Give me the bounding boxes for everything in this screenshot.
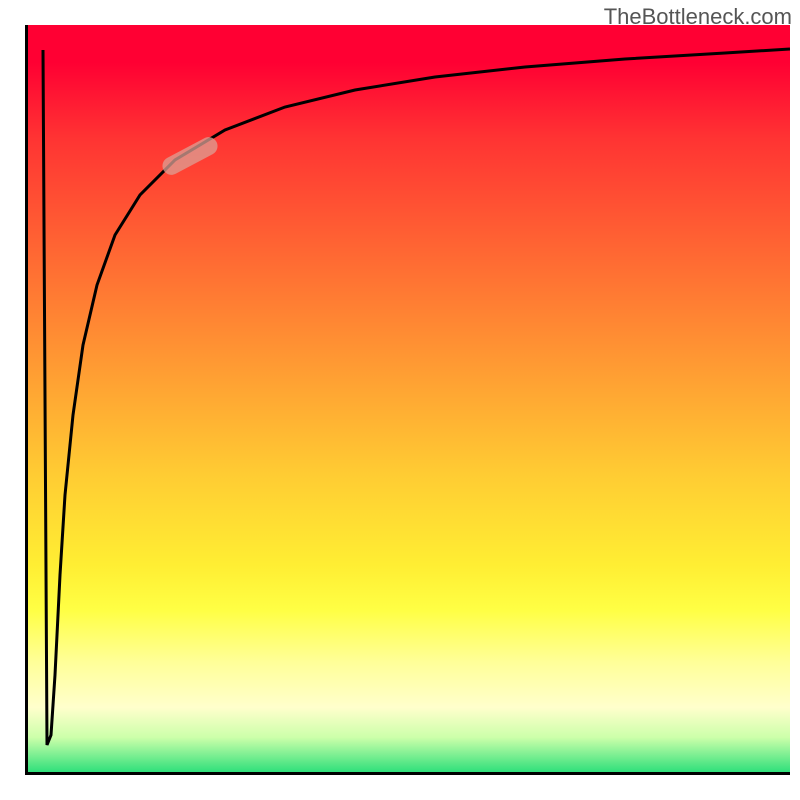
plot-gradient-background xyxy=(25,25,790,775)
chart-container xyxy=(15,25,790,785)
y-axis-line xyxy=(25,25,28,775)
x-axis-line xyxy=(25,772,790,775)
